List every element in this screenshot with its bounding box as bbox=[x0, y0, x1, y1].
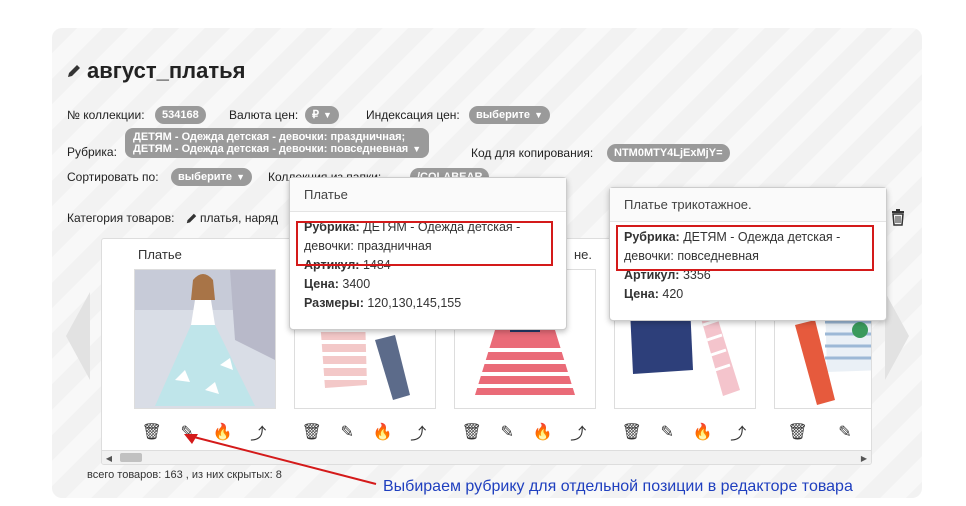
highlight-box-left bbox=[296, 221, 553, 266]
rubric-line-2: ДЕТЯМ - Одежда детская - девочки: повсед… bbox=[133, 143, 409, 155]
sort-label: Сортировать по: bbox=[67, 170, 159, 184]
tooltip-price-label: Цена: bbox=[304, 277, 339, 291]
card-actions: 🗑 ✎ 🔥 bbox=[774, 423, 871, 441]
annotation-arrow bbox=[184, 434, 377, 485]
tooltip-title: Платье трикотажное. bbox=[610, 188, 886, 222]
caret-down-icon: ▼ bbox=[534, 110, 543, 120]
tooltip-sizes-label: Размеры: bbox=[304, 296, 364, 310]
share-icon[interactable]: ⤴ bbox=[729, 423, 747, 443]
caret-down-icon: ▼ bbox=[323, 110, 332, 120]
share-icon[interactable]: ⤴ bbox=[569, 423, 587, 443]
sort-select[interactable]: выберите ▼ bbox=[171, 168, 252, 186]
currency-value: ₽ bbox=[312, 109, 319, 121]
tooltip-title: Платье bbox=[290, 178, 566, 212]
trash-icon[interactable]: 🗑 bbox=[462, 423, 482, 441]
trash-icon[interactable]: 🗑 bbox=[788, 423, 808, 441]
copy-code-label: Код для копирования: bbox=[471, 146, 594, 160]
indexing-label: Индексация цен: bbox=[366, 108, 460, 122]
rubric-label: Рубрика: bbox=[67, 145, 117, 159]
pencil-icon[interactable] bbox=[67, 64, 81, 78]
pencil-icon[interactable] bbox=[186, 213, 197, 224]
trash-icon[interactable] bbox=[891, 209, 905, 226]
product-card-title: не. bbox=[574, 247, 593, 262]
category-value[interactable]: платья, наряд bbox=[186, 211, 278, 225]
category-label: Категория товаров: bbox=[67, 211, 175, 225]
share-icon[interactable]: ⤴ bbox=[409, 423, 427, 443]
scroll-thumb[interactable] bbox=[120, 453, 142, 462]
indexing-select[interactable]: выберите ▼ bbox=[469, 106, 550, 124]
carousel-next-arrow[interactable] bbox=[885, 292, 909, 380]
product-image-girl-dress[interactable] bbox=[134, 269, 276, 409]
rubric-line-1: ДЕТЯМ - Одежда детская - девочки: праздн… bbox=[133, 131, 406, 143]
tooltip-price-label: Цена: bbox=[624, 287, 659, 301]
copy-code-badge[interactable]: NTM0MTY4LjExMjY= bbox=[607, 144, 730, 162]
collection-no-badge: 534168 bbox=[155, 106, 206, 124]
card-actions: 🗑 ✎ 🔥 ⤴ bbox=[614, 423, 756, 443]
tooltip-price: 3400 bbox=[342, 277, 371, 291]
sort-value: выберите bbox=[178, 171, 233, 183]
indexing-value: выберите bbox=[476, 109, 531, 121]
pencil-icon[interactable]: ✎ bbox=[836, 423, 854, 441]
fire-icon[interactable]: 🔥 bbox=[533, 423, 553, 441]
collection-title-text: август_платья bbox=[87, 58, 246, 83]
tooltip-sizes: 120,130,145,155 bbox=[367, 296, 462, 310]
category-text: платья, наряд bbox=[200, 211, 279, 225]
caret-down-icon: ▼ bbox=[236, 172, 245, 182]
currency-label: Валюта цен: bbox=[229, 108, 299, 122]
scroll-left-icon[interactable]: ◀ bbox=[102, 451, 116, 464]
trash-icon[interactable]: 🗑 bbox=[142, 423, 162, 441]
card-actions: 🗑 ✎ 🔥 ⤴ bbox=[454, 423, 596, 443]
product-card[interactable]: Платье 🗑 ✎ 🔥 ⤴ bbox=[134, 239, 284, 443]
pencil-icon[interactable]: ✎ bbox=[498, 423, 516, 441]
tooltip-price: 420 bbox=[662, 287, 684, 301]
rubric-select[interactable]: ДЕТЯМ - Одежда детская - девочки: праздн… bbox=[125, 128, 430, 158]
currency-select[interactable]: ₽ ▼ bbox=[305, 106, 339, 124]
fire-icon[interactable]: 🔥 bbox=[693, 423, 713, 441]
product-card-title: Платье bbox=[138, 247, 182, 262]
collection-no-label: № коллекции: bbox=[67, 108, 145, 122]
highlight-box-right bbox=[616, 225, 874, 271]
carousel-prev-arrow[interactable] bbox=[66, 292, 90, 380]
pencil-icon[interactable]: ✎ bbox=[658, 423, 676, 441]
trash-icon[interactable]: 🗑 bbox=[622, 423, 642, 441]
collection-title[interactable]: август_платья bbox=[67, 58, 246, 84]
scroll-right-icon[interactable]: ▶ bbox=[857, 451, 871, 464]
annotation-text: Выбираем рубрику для отдельной позиции в… bbox=[383, 478, 853, 495]
caret-down-icon: ▼ bbox=[412, 144, 422, 154]
